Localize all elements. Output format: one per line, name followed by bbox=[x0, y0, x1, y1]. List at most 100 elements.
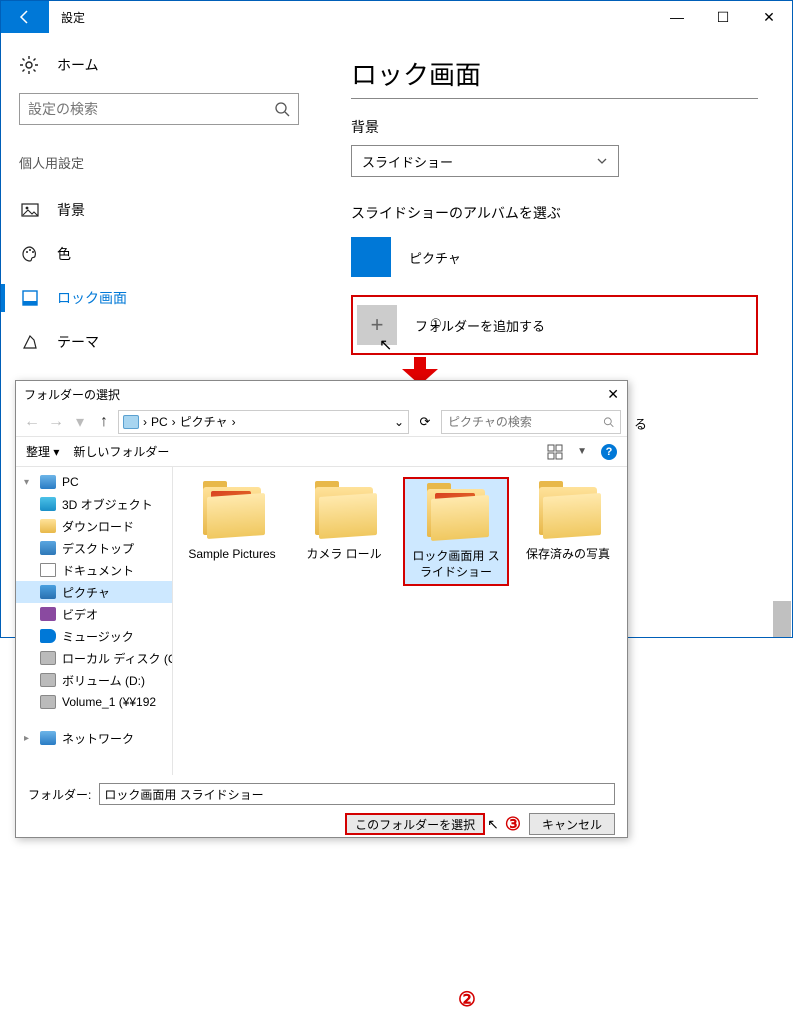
folder-label: カメラ ロール bbox=[293, 547, 395, 563]
side-text: る bbox=[634, 414, 647, 433]
folder-input[interactable] bbox=[99, 783, 615, 805]
nav-label: 色 bbox=[57, 244, 71, 264]
nav-label: 背景 bbox=[57, 200, 85, 220]
pictures-thumb bbox=[351, 237, 391, 277]
mus-icon bbox=[40, 629, 56, 643]
tree-label: Volume_1 (¥¥192 bbox=[62, 695, 156, 709]
callout-3: ③ bbox=[505, 814, 521, 835]
nav-label: テーマ bbox=[57, 332, 99, 352]
dialog-title: フォルダーの選択 bbox=[24, 386, 120, 403]
bc-caret: › bbox=[232, 415, 236, 429]
home-link[interactable]: ホーム bbox=[19, 55, 303, 75]
background-dropdown[interactable]: スライドショー bbox=[351, 145, 619, 177]
folder-item-1[interactable]: カメラ ロール bbox=[291, 477, 397, 567]
chevron-down-icon bbox=[596, 155, 608, 167]
window-title: 設定 bbox=[61, 9, 654, 26]
tree-label: ボリューム (D:) bbox=[62, 672, 145, 689]
title-underline bbox=[351, 98, 758, 99]
tree-label: ドキュメント bbox=[62, 562, 134, 579]
breadcrumb[interactable]: › PC › ピクチャ › ⌄ bbox=[118, 410, 409, 434]
nav-back[interactable]: ← bbox=[22, 413, 42, 431]
tree-label: PC bbox=[62, 475, 79, 489]
pic-icon bbox=[40, 585, 56, 599]
dialog-titlebar: フォルダーの選択 ✕ bbox=[16, 381, 627, 407]
dialog-close-button[interactable]: ✕ bbox=[607, 386, 619, 403]
newfolder-button[interactable]: 新しいフォルダー bbox=[73, 443, 169, 460]
view-icon[interactable] bbox=[547, 444, 563, 460]
tree-item-4[interactable]: ドキュメント bbox=[16, 559, 172, 581]
tree-item-2[interactable]: ダウンロード bbox=[16, 515, 172, 537]
tree-panel: ▾PC 3D オブジェクトダウンロードデスクトップドキュメントピクチャビデオミュー… bbox=[16, 467, 173, 775]
folder-icon bbox=[123, 415, 139, 429]
album-pictures[interactable]: ピクチャ bbox=[351, 237, 758, 277]
bc-caret: › bbox=[143, 415, 147, 429]
tree-item-7[interactable]: ミュージック bbox=[16, 625, 172, 647]
window-controls: — ☐ ✕ bbox=[654, 1, 792, 33]
folder-icon bbox=[197, 481, 267, 541]
organize-menu[interactable]: 整理 ▾ bbox=[26, 443, 59, 460]
tree-item-0[interactable]: ▾PC bbox=[16, 471, 172, 493]
tree-label: 3D オブジェクト bbox=[62, 496, 153, 513]
bc-dropdown[interactable]: ⌄ bbox=[394, 415, 404, 429]
back-button[interactable] bbox=[1, 1, 49, 33]
folder-item-0[interactable]: Sample Pictures bbox=[179, 477, 285, 567]
tree-item-3[interactable]: デスクトップ bbox=[16, 537, 172, 559]
bc-pictures[interactable]: ピクチャ bbox=[180, 413, 228, 430]
tree-item-11[interactable]: ▸ネットワーク bbox=[16, 727, 172, 749]
nav-history[interactable]: ▾ bbox=[70, 412, 90, 432]
desktop-icon bbox=[40, 541, 56, 555]
settings-search[interactable] bbox=[19, 93, 299, 125]
titlebar: 設定 — ☐ ✕ bbox=[1, 1, 792, 33]
view-caret[interactable]: ▼ bbox=[577, 446, 587, 457]
tree-item-9[interactable]: ボリューム (D:) bbox=[16, 669, 172, 691]
tree-item-10[interactable]: Volume_1 (¥¥192 bbox=[16, 691, 172, 713]
help-icon[interactable]: ? bbox=[601, 444, 617, 460]
vid-icon bbox=[40, 607, 56, 621]
add-folder-button[interactable]: + フォルダーを追加する ↖ bbox=[351, 295, 758, 355]
doc-icon bbox=[40, 563, 56, 577]
nav-fwd[interactable]: → bbox=[46, 413, 66, 431]
dropdown-value: スライドショー bbox=[362, 152, 453, 171]
folder-item-3[interactable]: 保存済みの写真 bbox=[515, 477, 621, 567]
cursor-icon: ↖ bbox=[379, 335, 392, 355]
page-title: ロック画面 bbox=[351, 55, 758, 92]
home-label: ホーム bbox=[57, 55, 99, 75]
cancel-button[interactable]: キャンセル bbox=[529, 813, 615, 835]
scrollbar-thumb[interactable] bbox=[773, 601, 791, 637]
nav-background[interactable]: 背景 bbox=[19, 188, 303, 232]
net-icon bbox=[40, 731, 56, 745]
refresh-button[interactable]: ⟳ bbox=[413, 414, 437, 430]
folder-label: ロック画面用 スライドショー bbox=[407, 549, 505, 580]
pc-icon bbox=[40, 475, 56, 489]
picture-icon bbox=[21, 201, 39, 219]
palette-icon bbox=[21, 245, 39, 263]
nav-lockscreen[interactable]: ロック画面 bbox=[19, 276, 303, 320]
folder-icon bbox=[40, 519, 56, 533]
callout-2: ② bbox=[458, 987, 476, 1012]
bc-pc[interactable]: PC bbox=[151, 415, 168, 429]
dialog-search-input[interactable] bbox=[448, 415, 603, 429]
tree-label: ネットワーク bbox=[62, 730, 134, 747]
bc-caret: › bbox=[172, 415, 176, 429]
close-button[interactable]: ✕ bbox=[746, 1, 792, 33]
theme-icon bbox=[21, 333, 39, 351]
tree-item-6[interactable]: ビデオ bbox=[16, 603, 172, 625]
disk-icon bbox=[40, 651, 56, 665]
callout-1: ① bbox=[430, 316, 442, 332]
section-label: 個人用設定 bbox=[19, 153, 303, 172]
nav-colors[interactable]: 色 bbox=[19, 232, 303, 276]
folder-item-2[interactable]: ロック画面用 スライドショー bbox=[403, 477, 509, 586]
folder-icon bbox=[533, 481, 603, 541]
search-input[interactable] bbox=[28, 101, 274, 117]
dialog-search[interactable] bbox=[441, 410, 621, 434]
select-folder-button[interactable]: このフォルダーを選択 bbox=[345, 813, 485, 835]
dialog-nav: ← → ▾ ↑ › PC › ピクチャ › ⌄ ⟳ bbox=[16, 407, 627, 437]
maximize-button[interactable]: ☐ bbox=[700, 1, 746, 33]
tree-item-1[interactable]: 3D オブジェクト bbox=[16, 493, 172, 515]
album-heading: スライドショーのアルバムを選ぶ bbox=[351, 203, 758, 223]
tree-item-8[interactable]: ローカル ディスク (C bbox=[16, 647, 172, 669]
tree-item-5[interactable]: ピクチャ bbox=[16, 581, 172, 603]
nav-themes[interactable]: テーマ bbox=[19, 320, 303, 364]
nav-up[interactable]: ↑ bbox=[94, 413, 114, 431]
minimize-button[interactable]: — bbox=[654, 1, 700, 33]
